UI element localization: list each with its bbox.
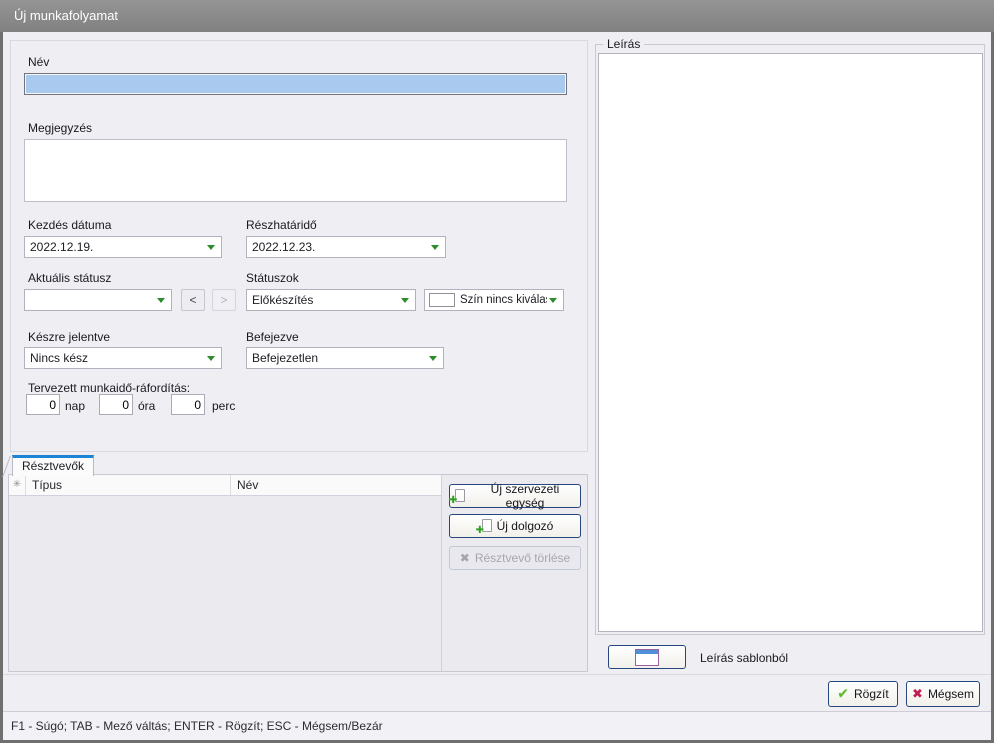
- statuses-select[interactable]: Előkészítés: [246, 289, 416, 311]
- titlebar[interactable]: Új munkafolyamat: [0, 0, 994, 32]
- column-header-tipus[interactable]: Típus: [26, 475, 231, 495]
- window-template-icon: [635, 649, 659, 666]
- reported-done-label: Készre jelentve: [28, 330, 110, 344]
- name-input[interactable]: [24, 73, 567, 95]
- save-label: Rögzít: [854, 687, 889, 701]
- new-workflow-dialog: Új munkafolyamat Név Megjegyzés Kezdés d…: [0, 0, 994, 743]
- participants-table-header[interactable]: ✳ Típus Név: [9, 475, 441, 496]
- check-icon: ✔: [837, 687, 849, 701]
- asterisk-icon: ✳: [9, 475, 26, 495]
- status-next-button[interactable]: >: [212, 289, 236, 311]
- planned-time-label: Tervezett munkaidő-ráfordítás:: [28, 381, 190, 395]
- description-textarea[interactable]: [598, 53, 983, 632]
- chevron-down-icon: [207, 245, 215, 250]
- hours-input[interactable]: [99, 394, 133, 415]
- current-status-select[interactable]: [24, 289, 172, 311]
- color-swatch: [429, 293, 455, 307]
- name-label: Név: [28, 55, 49, 69]
- start-date-label: Kezdés dátuma: [28, 218, 111, 232]
- window-title: Új munkafolyamat: [14, 0, 118, 32]
- chevron-down-icon: [429, 356, 437, 361]
- current-status-label: Aktuális státusz: [28, 271, 111, 285]
- delete-x-icon: ✖: [460, 552, 470, 564]
- new-org-unit-button[interactable]: ✚ Új szervezeti egység: [449, 484, 581, 508]
- chevron-down-icon: [431, 245, 439, 250]
- deadline-select[interactable]: 2022.12.23.: [246, 236, 446, 258]
- minutes-input[interactable]: [171, 394, 205, 415]
- description-label: Leírás: [603, 37, 644, 51]
- save-button[interactable]: ✔ Rögzít: [828, 681, 898, 707]
- deadline-label: Részhatáridő: [246, 218, 317, 232]
- description-template-button[interactable]: [608, 645, 686, 669]
- cancel-button[interactable]: ✖ Mégsem: [906, 681, 980, 707]
- finished-label: Befejezve: [246, 330, 299, 344]
- add-document-icon: ✚: [450, 489, 465, 504]
- status-color-value: Szín nincs kiválaszt: [460, 290, 547, 310]
- participants-divider: [441, 475, 442, 671]
- add-document-icon: ✚: [477, 519, 492, 534]
- column-header-nev[interactable]: Név: [231, 475, 441, 495]
- new-worker-button[interactable]: ✚ Új dolgozó: [449, 514, 581, 538]
- hours-unit-label: óra: [138, 399, 155, 413]
- chevron-down-icon: [401, 298, 409, 303]
- status-color-select[interactable]: Szín nincs kiválaszt: [424, 289, 564, 311]
- tab-participants-label: Résztvevők: [22, 459, 84, 473]
- statuses-label: Státuszok: [246, 271, 299, 285]
- delete-participant-button[interactable]: ✖ Résztvevő törlése: [449, 546, 581, 570]
- window-border-left: [0, 32, 3, 743]
- comment-label: Megjegyzés: [28, 121, 92, 135]
- status-prev-button[interactable]: <: [181, 289, 205, 311]
- new-worker-label: Új dolgozó: [497, 519, 554, 533]
- comment-textarea[interactable]: [24, 139, 567, 202]
- status-bar-text: F1 - Súgó; TAB - Mező váltás; ENTER - Rö…: [11, 712, 383, 740]
- description-template-label: Leírás sablonból: [700, 651, 788, 665]
- finished-value: Befejezetlen: [252, 348, 425, 368]
- statuses-value: Előkészítés: [252, 290, 397, 310]
- cancel-label: Mégsem: [928, 687, 974, 701]
- chevron-down-icon: [549, 298, 557, 303]
- new-org-unit-label: Új szervezeti egység: [470, 482, 580, 510]
- status-bar: F1 - Súgó; TAB - Mező váltás; ENTER - Rö…: [3, 711, 991, 740]
- finished-select[interactable]: Befejezetlen: [246, 347, 444, 369]
- chevron-down-icon: [207, 356, 215, 361]
- minutes-unit-label: perc: [212, 399, 235, 413]
- chevron-down-icon: [157, 298, 165, 303]
- delete-participant-label: Résztvevő törlése: [475, 551, 570, 565]
- start-date-value: 2022.12.19.: [30, 237, 203, 257]
- tab-participants[interactable]: Résztvevők: [12, 455, 94, 476]
- footer-divider: [3, 674, 991, 675]
- cancel-x-icon: ✖: [912, 688, 923, 701]
- days-input[interactable]: [26, 394, 60, 415]
- deadline-value: 2022.12.23.: [252, 237, 427, 257]
- reported-done-value: Nincs kész: [30, 348, 203, 368]
- days-unit-label: nap: [65, 399, 85, 413]
- reported-done-select[interactable]: Nincs kész: [24, 347, 222, 369]
- start-date-select[interactable]: 2022.12.19.: [24, 236, 222, 258]
